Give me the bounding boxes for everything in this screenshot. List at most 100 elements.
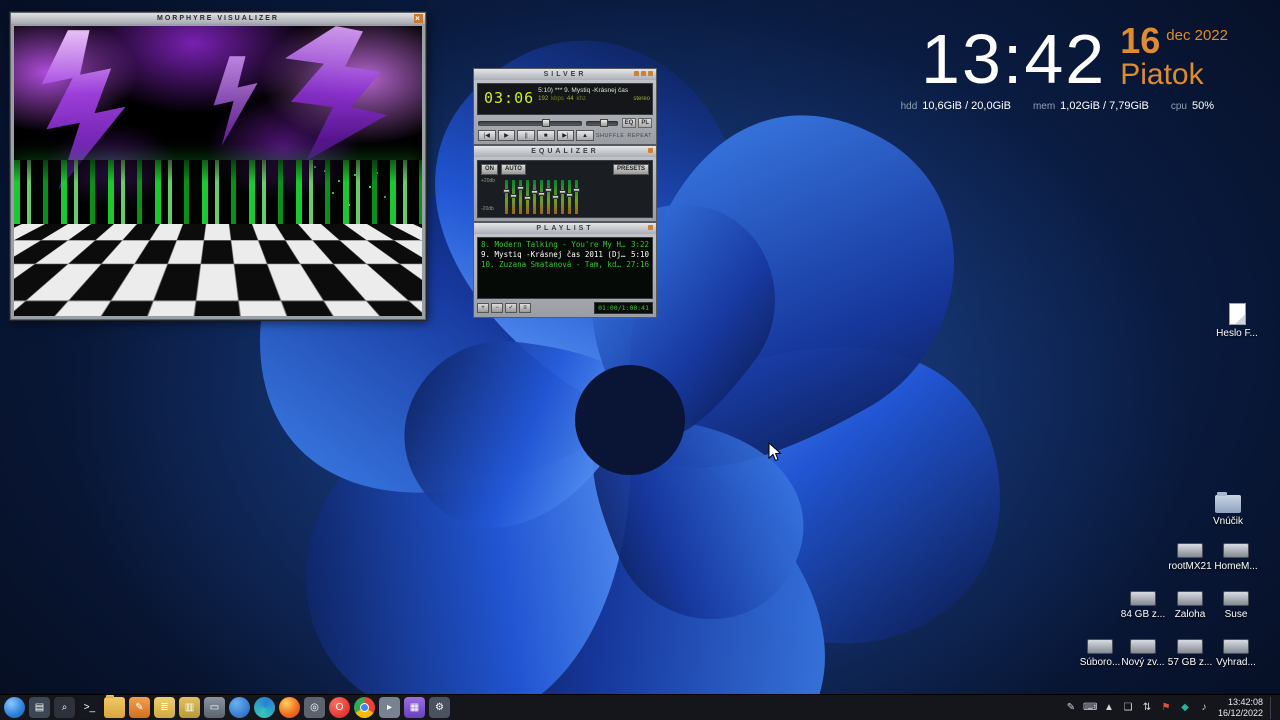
eq-auto-button[interactable]: AUTO [501, 164, 526, 175]
drive-icon [1130, 639, 1156, 654]
close-button[interactable] [648, 225, 653, 230]
flag-icon[interactable]: ⚑ [1159, 702, 1173, 713]
opera-icon[interactable]: O [329, 697, 350, 718]
screenshot-tool-icon[interactable]: ◎ [304, 697, 325, 718]
media-player-icon[interactable]: ▸ [379, 697, 400, 718]
eq-band-slider[interactable] [554, 180, 557, 214]
display-settings-icon[interactable]: ▭ [204, 697, 225, 718]
playlist-misc-button[interactable]: ≡ [519, 303, 531, 313]
folder-icon[interactable] [104, 697, 125, 718]
desktop-icon-rootmx21[interactable]: rootMX21 [1166, 543, 1214, 572]
repeat-button[interactable]: REPEAT [627, 133, 652, 139]
eq-band-slider[interactable] [505, 180, 508, 214]
file-icon [1229, 303, 1246, 325]
close-button[interactable] [648, 71, 653, 76]
notes-icon[interactable]: ≣ [154, 697, 175, 718]
playlist-remove-button[interactable]: − [491, 303, 503, 313]
shade-button[interactable] [641, 71, 646, 76]
eq-band-slider[interactable] [526, 180, 529, 214]
desktop-icon-heslo[interactable]: Heslo F... [1213, 303, 1261, 339]
eq-band-slider[interactable] [533, 180, 536, 214]
visualizer-titlebar[interactable]: MORPHYRE VISUALIZER × [11, 13, 425, 24]
samplerate-value: 44 [567, 96, 574, 102]
clock-weekday: Piatok [1120, 58, 1228, 93]
keyboard-icon[interactable]: ⌨ [1083, 702, 1097, 713]
volume-icon[interactable]: ♪ [1197, 702, 1211, 713]
eq-band-slider[interactable] [568, 180, 571, 214]
volume-slider[interactable] [478, 121, 582, 126]
desktop-icon-suse[interactable]: Suse [1212, 591, 1260, 620]
previous-button[interactable]: |◀ [478, 130, 496, 141]
spectrum-pillars [14, 160, 422, 224]
network-icon[interactable]: ⇅ [1140, 702, 1154, 713]
playlist-item[interactable]: 8. Modern Talking - You're My Heart, ...… [481, 240, 649, 250]
browser-icon[interactable] [229, 697, 250, 718]
drive-icon [1087, 639, 1113, 654]
desktop-icon-homem[interactable]: HomeM... [1212, 543, 1260, 572]
edge-browser-icon[interactable] [254, 697, 275, 718]
audio-player: SILVER 03:06 5:10) *** 9. Mystiq -Krásne… [473, 68, 657, 318]
eq-band-slider[interactable] [519, 180, 522, 214]
eq-band-slider[interactable] [540, 180, 543, 214]
chrome-icon[interactable] [354, 697, 375, 718]
taskbar-app-icons: ▤ ⌕ >_ ✎ ≣ ▥ ▭ ◎ O ▸ ▦ [4, 697, 450, 718]
shuffle-button[interactable]: SHUFFLE [596, 133, 625, 139]
hidden-icons-arrow[interactable]: ▲ [1102, 702, 1116, 713]
minimize-button[interactable] [634, 71, 639, 76]
desktop-icon-vyhrad[interactable]: Vyhrad... [1212, 639, 1260, 668]
eq-presets-button[interactable]: PRESETS [613, 164, 649, 175]
balance-slider[interactable] [586, 121, 618, 126]
pause-button[interactable]: || [517, 130, 535, 141]
clock-time: 13:42 [921, 24, 1106, 94]
eq-band-slider[interactable] [575, 180, 578, 214]
player-main-window: SILVER 03:06 5:10) *** 9. Mystiq -Krásne… [473, 68, 657, 145]
taskbar-clock[interactable]: 13:42:08 16/12/2022 [1218, 697, 1263, 719]
clock-month-year: dec 2022 [1166, 27, 1228, 44]
desktop-icon-vnucik[interactable]: Vnúčik [1204, 495, 1252, 527]
package-manager-icon[interactable]: ▦ [404, 697, 425, 718]
eq-band-slider[interactable] [512, 180, 515, 214]
settings-icon[interactable]: ⚙ [429, 697, 450, 718]
desktop-icon-84gb[interactable]: 84 GB z... [1119, 591, 1167, 620]
stat-label: mem [1033, 101, 1055, 112]
visualizer-title: MORPHYRE VISUALIZER [157, 15, 279, 22]
clock-widget: 13:42 16 dec 2022 Piatok [921, 24, 1228, 94]
eject-button[interactable]: ▲ [576, 130, 594, 141]
playlist-item-selected[interactable]: 9. Mystiq -Krásnej čas 2011 (Dj Piere 5:… [481, 250, 649, 260]
close-button[interactable]: × [414, 14, 423, 23]
archive-icon[interactable]: ▥ [179, 697, 200, 718]
playlist-toggle-button[interactable]: PL [638, 118, 652, 128]
eq-toggle-button[interactable]: EQ [622, 118, 637, 128]
playlist-item[interactable]: 10. Zuzana Smatanová - Tam, kde s... 27:… [481, 260, 649, 270]
pen-icon[interactable]: ✎ [1064, 702, 1078, 713]
eq-band-sliders [503, 178, 649, 214]
equalizer-titlebar[interactable]: EQUALIZER [474, 146, 656, 157]
file-manager-icon[interactable]: ▤ [29, 697, 50, 718]
playlist-select-button[interactable]: ✓ [505, 303, 517, 313]
desktop-icon-novyzv[interactable]: Nový zv... [1119, 639, 1167, 668]
player-titlebar[interactable]: SILVER [474, 69, 656, 80]
terminal-icon[interactable]: >_ [79, 697, 100, 718]
desktop-icon-suboro[interactable]: Súboro... [1076, 639, 1124, 668]
start-button[interactable] [4, 697, 25, 718]
eq-band-slider[interactable] [561, 180, 564, 214]
clipboard-icon[interactable]: ❏ [1121, 702, 1135, 713]
eq-on-button[interactable]: ON [481, 164, 498, 175]
desktop-icon-zaloha[interactable]: Zaloha [1166, 591, 1214, 620]
playlist-add-button[interactable]: + [477, 303, 489, 313]
text-editor-icon[interactable]: ✎ [129, 697, 150, 718]
shield-icon[interactable]: ◆ [1178, 702, 1192, 713]
playlist-titlebar[interactable]: PLAYLIST [474, 223, 656, 234]
next-button[interactable]: ▶| [557, 130, 575, 141]
stop-button[interactable]: ■ [537, 130, 555, 141]
desktop-icon-57gb[interactable]: 57 GB z... [1166, 639, 1214, 668]
firefox-icon[interactable] [279, 697, 300, 718]
eq-band-slider[interactable] [547, 180, 550, 214]
search-icon[interactable]: ⌕ [54, 697, 75, 718]
drive-icon [1177, 639, 1203, 654]
play-button[interactable]: ▶ [498, 130, 516, 141]
stereo-indicator: stereo [633, 96, 650, 102]
show-desktop-button[interactable] [1270, 697, 1276, 719]
close-button[interactable] [648, 148, 653, 153]
equalizer-window: EQUALIZER ON AUTO PRESETS +20db -20db [473, 145, 657, 222]
